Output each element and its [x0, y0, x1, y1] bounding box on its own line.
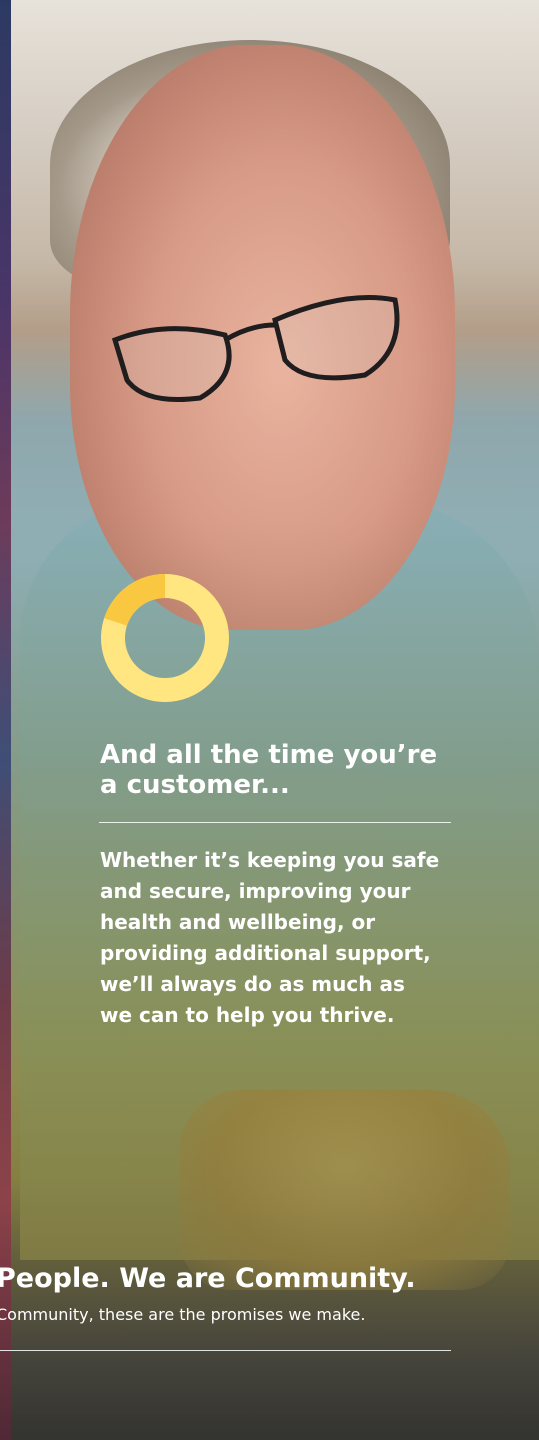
- color-overlay: [0, 0, 539, 1440]
- donut-ring-icon: [101, 574, 229, 702]
- tagline: People. We are Community.: [0, 1263, 416, 1294]
- body-paragraph: Whether it’s keeping you safe and secure…: [100, 848, 440, 1027]
- headline-divider: [99, 822, 451, 823]
- subline: Community, these are the promises we mak…: [0, 1305, 366, 1324]
- footer-divider: [0, 1350, 451, 1351]
- headline: And all the time you’re a customer...: [100, 740, 438, 800]
